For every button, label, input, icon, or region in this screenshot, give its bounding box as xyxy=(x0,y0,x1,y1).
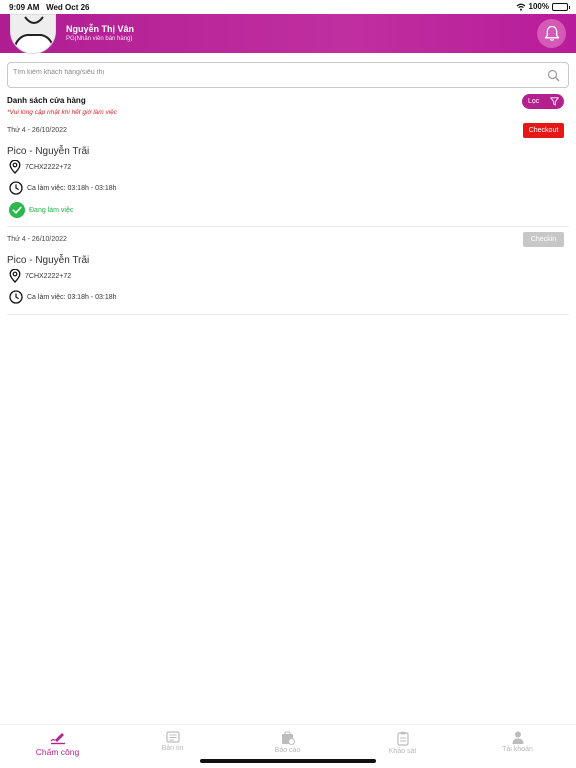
work-status: Đang làm việc xyxy=(29,206,74,214)
divider xyxy=(7,226,569,227)
tab-label: Báo cáo xyxy=(274,747,301,754)
filter-button[interactable]: Lọc xyxy=(522,94,564,109)
tab-label: Bản tin xyxy=(161,745,184,752)
store-shift-row: Ca làm việc: 03:18h - 03:18h xyxy=(9,290,117,304)
store-card: Thứ 4 - 26/10/2022 Checkout Pico - Nguyễ… xyxy=(7,123,569,222)
battery-percent: 100% xyxy=(528,2,549,11)
wifi-icon xyxy=(516,3,525,11)
store-card: Thứ 4 - 26/10/2022 Checkin Pico - Nguyễn… xyxy=(7,232,569,311)
battery-icon xyxy=(552,2,570,11)
search-input[interactable] xyxy=(13,69,533,76)
store-list-title: Danh sách cửa hàng xyxy=(7,96,86,105)
user-icon xyxy=(512,731,523,744)
store-shift: Ca làm việc: 03:18h - 03:18h xyxy=(27,293,117,301)
store-date: Thứ 4 - 26/10/2022 xyxy=(7,236,67,243)
notification-button[interactable] xyxy=(537,19,566,48)
tab-khao-sat[interactable]: Khảo sát xyxy=(345,731,460,755)
tab-label: Tài khoản xyxy=(502,746,533,753)
status-bar: 9:09 AM Wed Oct 26 100% xyxy=(0,0,576,14)
store-location-row: 7CHX2222+72 xyxy=(9,160,71,174)
check-circle-icon xyxy=(9,202,25,218)
status-date: Wed Oct 26 xyxy=(46,3,90,12)
home-indicator[interactable] xyxy=(200,759,376,763)
search-box xyxy=(7,62,569,88)
store-name: Pico - Nguyễn Trãi xyxy=(7,255,90,266)
store-shift-row: Ca làm việc: 03:18h - 03:18h xyxy=(9,181,117,195)
tab-ban-tin[interactable]: Bản tin xyxy=(115,731,230,752)
checkin-button[interactable]: Checkin xyxy=(523,232,564,247)
checkout-button[interactable]: Checkout xyxy=(523,123,564,138)
store-list-note: *Vui lòng cập nhật khi hết giờ làm việc xyxy=(7,109,118,116)
store-location-row: 7CHX2222+72 xyxy=(9,269,71,283)
avatar[interactable] xyxy=(10,14,56,54)
store-location: 7CHX2222+72 xyxy=(25,272,72,280)
app-header: Nguyễn Thị Vân PG(Nhân viên bán hàng) xyxy=(0,14,576,54)
status-time: 9:09 AM Wed Oct 26 xyxy=(9,3,90,12)
tab-tai-khoan[interactable]: Tài khoản xyxy=(460,731,575,753)
tab-label: Khảo sát xyxy=(388,748,417,755)
location-pin-icon xyxy=(9,269,21,283)
clock-icon xyxy=(9,290,23,304)
filter-icon xyxy=(550,97,559,106)
location-pin-icon xyxy=(9,160,21,174)
store-location: 7CHX2222+72 xyxy=(25,163,72,171)
work-status-row: Đang làm việc xyxy=(9,202,73,218)
report-icon xyxy=(281,731,295,745)
clipboard-icon xyxy=(396,731,409,746)
store-name: Pico - Nguyễn Trãi xyxy=(7,146,90,157)
divider xyxy=(7,314,569,315)
bell-icon xyxy=(544,25,559,41)
store-shift: Ca làm việc: 03:18h - 03:18h xyxy=(27,184,117,192)
pen-icon xyxy=(50,733,65,745)
store-date: Thứ 4 - 26/10/2022 xyxy=(7,127,67,134)
search-icon[interactable] xyxy=(547,69,560,82)
clock-icon xyxy=(9,181,23,195)
user-name: Nguyễn Thị Vân xyxy=(66,24,135,34)
tab-bao-cao[interactable]: Báo cáo xyxy=(230,731,345,754)
news-icon xyxy=(165,731,180,743)
tab-label: Chấm công xyxy=(35,747,80,757)
user-role: PG(Nhân viên bán hàng) xyxy=(66,36,133,42)
tab-cham-cong[interactable]: Chấm công xyxy=(0,731,115,757)
avatar-placeholder-icon xyxy=(11,15,55,53)
filter-label: Lọc xyxy=(528,98,540,105)
